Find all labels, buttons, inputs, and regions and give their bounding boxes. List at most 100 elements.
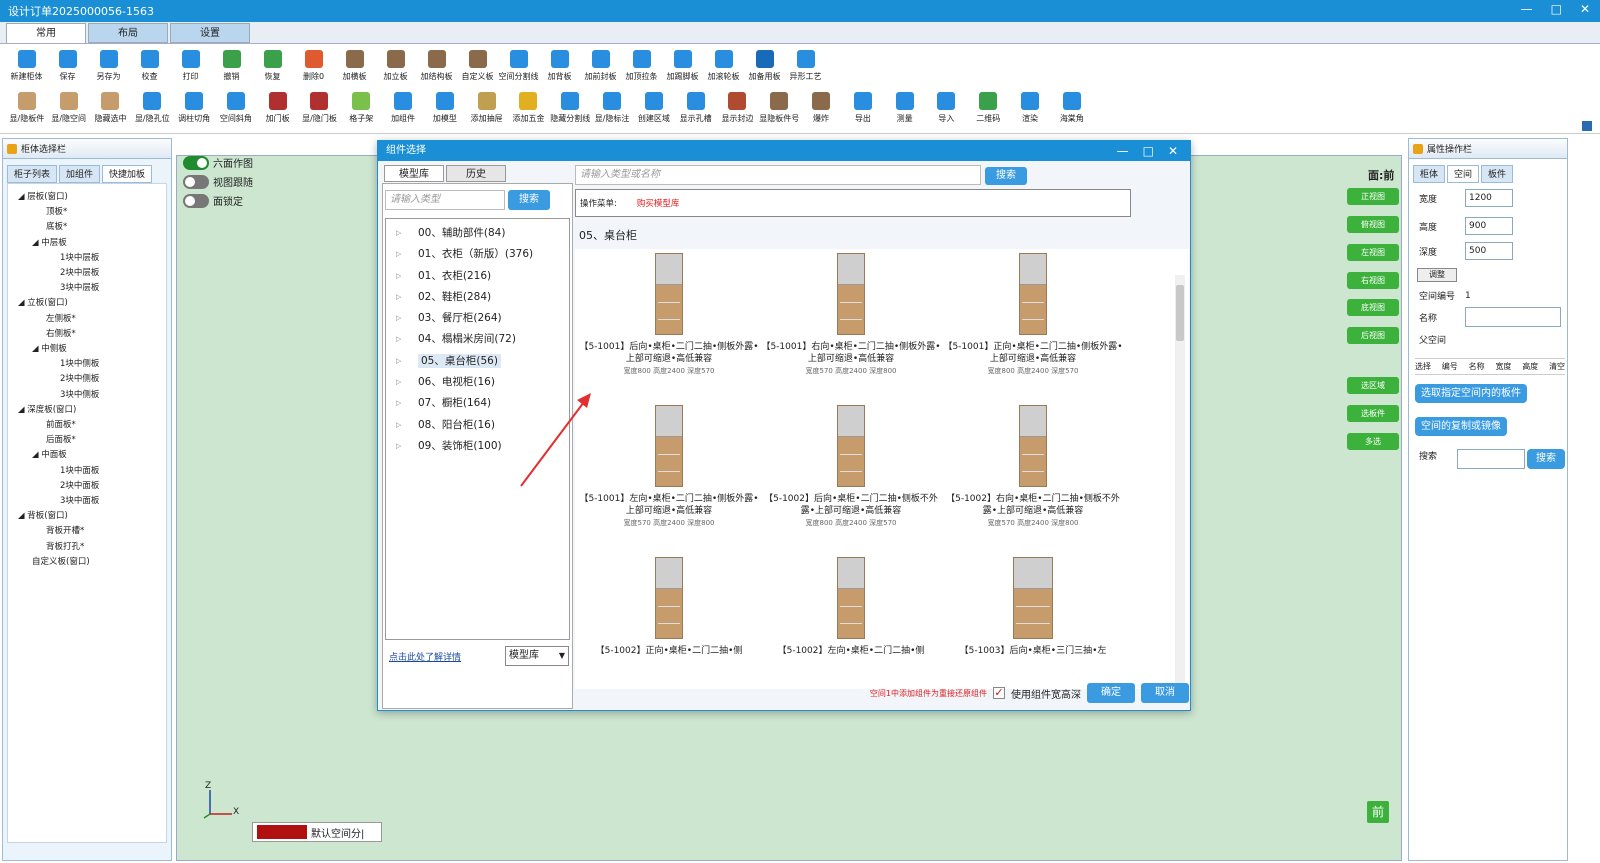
category-item[interactable]: 01、衣柜（新版）(376) — [386, 244, 569, 266]
toggle-view-follow[interactable]: 视图跟随 — [183, 172, 253, 191]
toolbar-button[interactable]: 加立板 — [375, 46, 416, 86]
toolbar-button[interactable]: 显/隐标注 — [591, 88, 633, 128]
tree-item[interactable]: 底板* — [18, 220, 166, 235]
scrollbar-thumb[interactable] — [1176, 285, 1184, 341]
category-search-input[interactable]: 请输入类型 — [385, 190, 505, 210]
model-item[interactable]: 【5-1001】后向•桌柜•二门二抽•侧板外露•上部可缩退•高低兼容 宽度800 … — [579, 253, 759, 376]
toolbar-button[interactable]: 加滚轮板 — [703, 46, 744, 86]
buy-model-library-link[interactable]: 购买模型库 — [637, 197, 680, 209]
category-item[interactable]: 02、鞋柜(284) — [386, 287, 569, 309]
toolbar-button[interactable]: 显示孔槽 — [675, 88, 717, 128]
copy-mirror-space-button[interactable]: 空间的复制或镜像 — [1415, 417, 1507, 436]
tree-item[interactable]: ◢ 中面板 — [18, 448, 166, 463]
toolbar-button[interactable]: 恢复 — [252, 46, 293, 86]
category-item[interactable]: 01、衣柜(216) — [386, 266, 569, 288]
grid-layout-icon[interactable] — [1582, 121, 1592, 131]
toolbar-button[interactable]: 渲染 — [1009, 88, 1051, 128]
tab-cabinet[interactable]: 柜体 — [1413, 165, 1446, 183]
toolbar-button[interactable]: 隐藏分割线 — [549, 88, 591, 128]
left-view-button[interactable]: 左视图 — [1347, 244, 1399, 261]
adjust-button[interactable]: 调整 — [1417, 268, 1457, 282]
toolbar-button[interactable]: 加组件 — [382, 88, 424, 128]
toolbar-button[interactable]: 加顶拉条 — [621, 46, 662, 86]
toolbar-button[interactable]: 爆炸 — [800, 88, 842, 128]
tree-item[interactable]: 后面板* — [18, 433, 166, 448]
depth-input[interactable]: 500 — [1465, 242, 1513, 260]
select-region-button[interactable]: 选区域 — [1347, 377, 1399, 394]
model-item[interactable]: 【5-1001】右向•桌柜•二门二抽•侧板外露•上部可缩退•高低兼容 宽度570 … — [761, 253, 941, 376]
ok-button[interactable]: 确定 — [1087, 683, 1135, 703]
tree-item[interactable]: 2块中面板 — [18, 479, 166, 494]
toolbar-button[interactable]: 显/隐空间 — [48, 88, 90, 128]
tab-quick-add-board[interactable]: 快捷加板 — [102, 165, 153, 183]
model-item[interactable]: 【5-1003】后向•桌柜•三门三抽•左 — [943, 557, 1123, 658]
category-search-button[interactable]: 搜索 — [508, 190, 550, 210]
tree-item[interactable]: 1块中面板 — [18, 464, 166, 479]
toolbar-button[interactable]: 加模型 — [424, 88, 466, 128]
toolbar-button[interactable]: 加前封板 — [580, 46, 621, 86]
tree-item[interactable]: 2块中层板 — [18, 266, 166, 281]
bottom-view-button[interactable]: 底视图 — [1347, 299, 1399, 316]
library-select[interactable]: 模型库 ▼ — [505, 646, 569, 666]
pin-icon[interactable] — [1413, 144, 1423, 154]
tree-item[interactable]: 3块中侧板 — [18, 388, 166, 403]
close-button[interactable]: ✕ — [1580, 2, 1590, 16]
dialog-maximize-button[interactable]: □ — [1143, 141, 1154, 161]
toolbar-button[interactable]: 空间斜角 — [215, 88, 257, 128]
tree-item[interactable]: 顶板* — [18, 205, 166, 220]
property-search-input[interactable] — [1457, 449, 1525, 469]
model-item[interactable]: 【5-1002】右向•桌柜•二门二抽•侧板不外露•上部可缩退•高低兼容 宽度570… — [943, 405, 1123, 528]
toolbar-button[interactable]: 校查 — [129, 46, 170, 86]
toolbar-button[interactable]: 加备用板 — [744, 46, 785, 86]
details-link[interactable]: 点击此处了解详情 — [389, 650, 461, 663]
col-name[interactable]: 名称 — [1469, 361, 1485, 372]
toolbar-button[interactable]: 空间分割线 — [498, 46, 539, 86]
multi-select-button[interactable]: 多选 — [1347, 433, 1399, 450]
property-search-button[interactable]: 搜索 — [1527, 449, 1565, 469]
toolbar-button[interactable]: 加结构板 — [416, 46, 457, 86]
name-input[interactable] — [1465, 307, 1561, 327]
tab-model-library[interactable]: 模型库 — [384, 165, 444, 182]
maximize-button[interactable]: □ — [1551, 2, 1562, 16]
tree-item[interactable]: 背板开槽* — [18, 524, 166, 539]
front-badge[interactable]: 前 — [1367, 801, 1389, 823]
switch[interactable] — [183, 155, 209, 170]
tree-item[interactable]: ◢ 中侧板 — [18, 342, 166, 357]
toolbar-button[interactable]: 加背板 — [539, 46, 580, 86]
pin-icon[interactable] — [7, 144, 17, 154]
front-view-button[interactable]: 正视图 — [1347, 188, 1399, 205]
cancel-button[interactable]: 取消 — [1141, 683, 1189, 703]
model-item[interactable]: 【5-1002】左向•桌柜•二门二抽•侧 — [761, 557, 941, 658]
model-item[interactable]: 【5-1002】后向•桌柜•二门二抽•侧板不外露•上部可缩退•高低兼容 宽度800… — [761, 405, 941, 528]
right-view-button[interactable]: 右视图 — [1347, 272, 1399, 289]
toolbar-button[interactable]: 显/隐门板 — [299, 88, 341, 128]
toolbar-button[interactable]: 调柱切角 — [173, 88, 215, 128]
toolbar-button[interactable]: 新建柜体 — [6, 46, 47, 86]
tree-item[interactable]: ◢ 背板(窗口) — [18, 509, 166, 524]
tab-add-component[interactable]: 加组件 — [59, 165, 101, 183]
tree-item[interactable]: 3块中面板 — [18, 494, 166, 509]
col-number[interactable]: 编号 — [1442, 361, 1458, 372]
height-input[interactable]: 900 — [1465, 217, 1513, 235]
toolbar-button[interactable]: 导入 — [926, 88, 968, 128]
switch[interactable] — [183, 174, 209, 189]
tree-item[interactable]: 自定义板(窗口) — [18, 555, 166, 570]
toolbar-button[interactable]: 删除0 — [293, 46, 334, 86]
tree-item[interactable]: ◢ 深度板(窗口) — [18, 403, 166, 418]
tree-item[interactable]: ◢ 中层板 — [18, 236, 166, 251]
tree-item[interactable]: 背板打孔* — [18, 540, 166, 555]
toolbar-button[interactable]: 显/隐孔位 — [131, 88, 173, 128]
model-item[interactable]: 【5-1001】左向•桌柜•二门二抽•侧板外露•上部可缩退•高低兼容 宽度570 … — [579, 405, 759, 528]
tab-settings[interactable]: 设置 — [170, 23, 250, 43]
tree-item[interactable]: 3块中层板 — [18, 281, 166, 296]
toolbar-button[interactable]: 测量 — [884, 88, 926, 128]
tab-common[interactable]: 常用 — [6, 23, 86, 43]
dialog-close-button[interactable]: ✕ — [1168, 141, 1178, 161]
tab-cabinet-list[interactable]: 柜子列表 — [7, 165, 58, 183]
toolbar-button[interactable]: 添加五金 — [508, 88, 550, 128]
col-height[interactable]: 高度 — [1522, 361, 1538, 372]
tree-item[interactable]: 1块中侧板 — [18, 357, 166, 372]
tree-item[interactable]: 右侧板* — [18, 327, 166, 342]
tree-item[interactable]: 2块中侧板 — [18, 372, 166, 387]
col-select[interactable]: 选择 — [1415, 361, 1431, 372]
